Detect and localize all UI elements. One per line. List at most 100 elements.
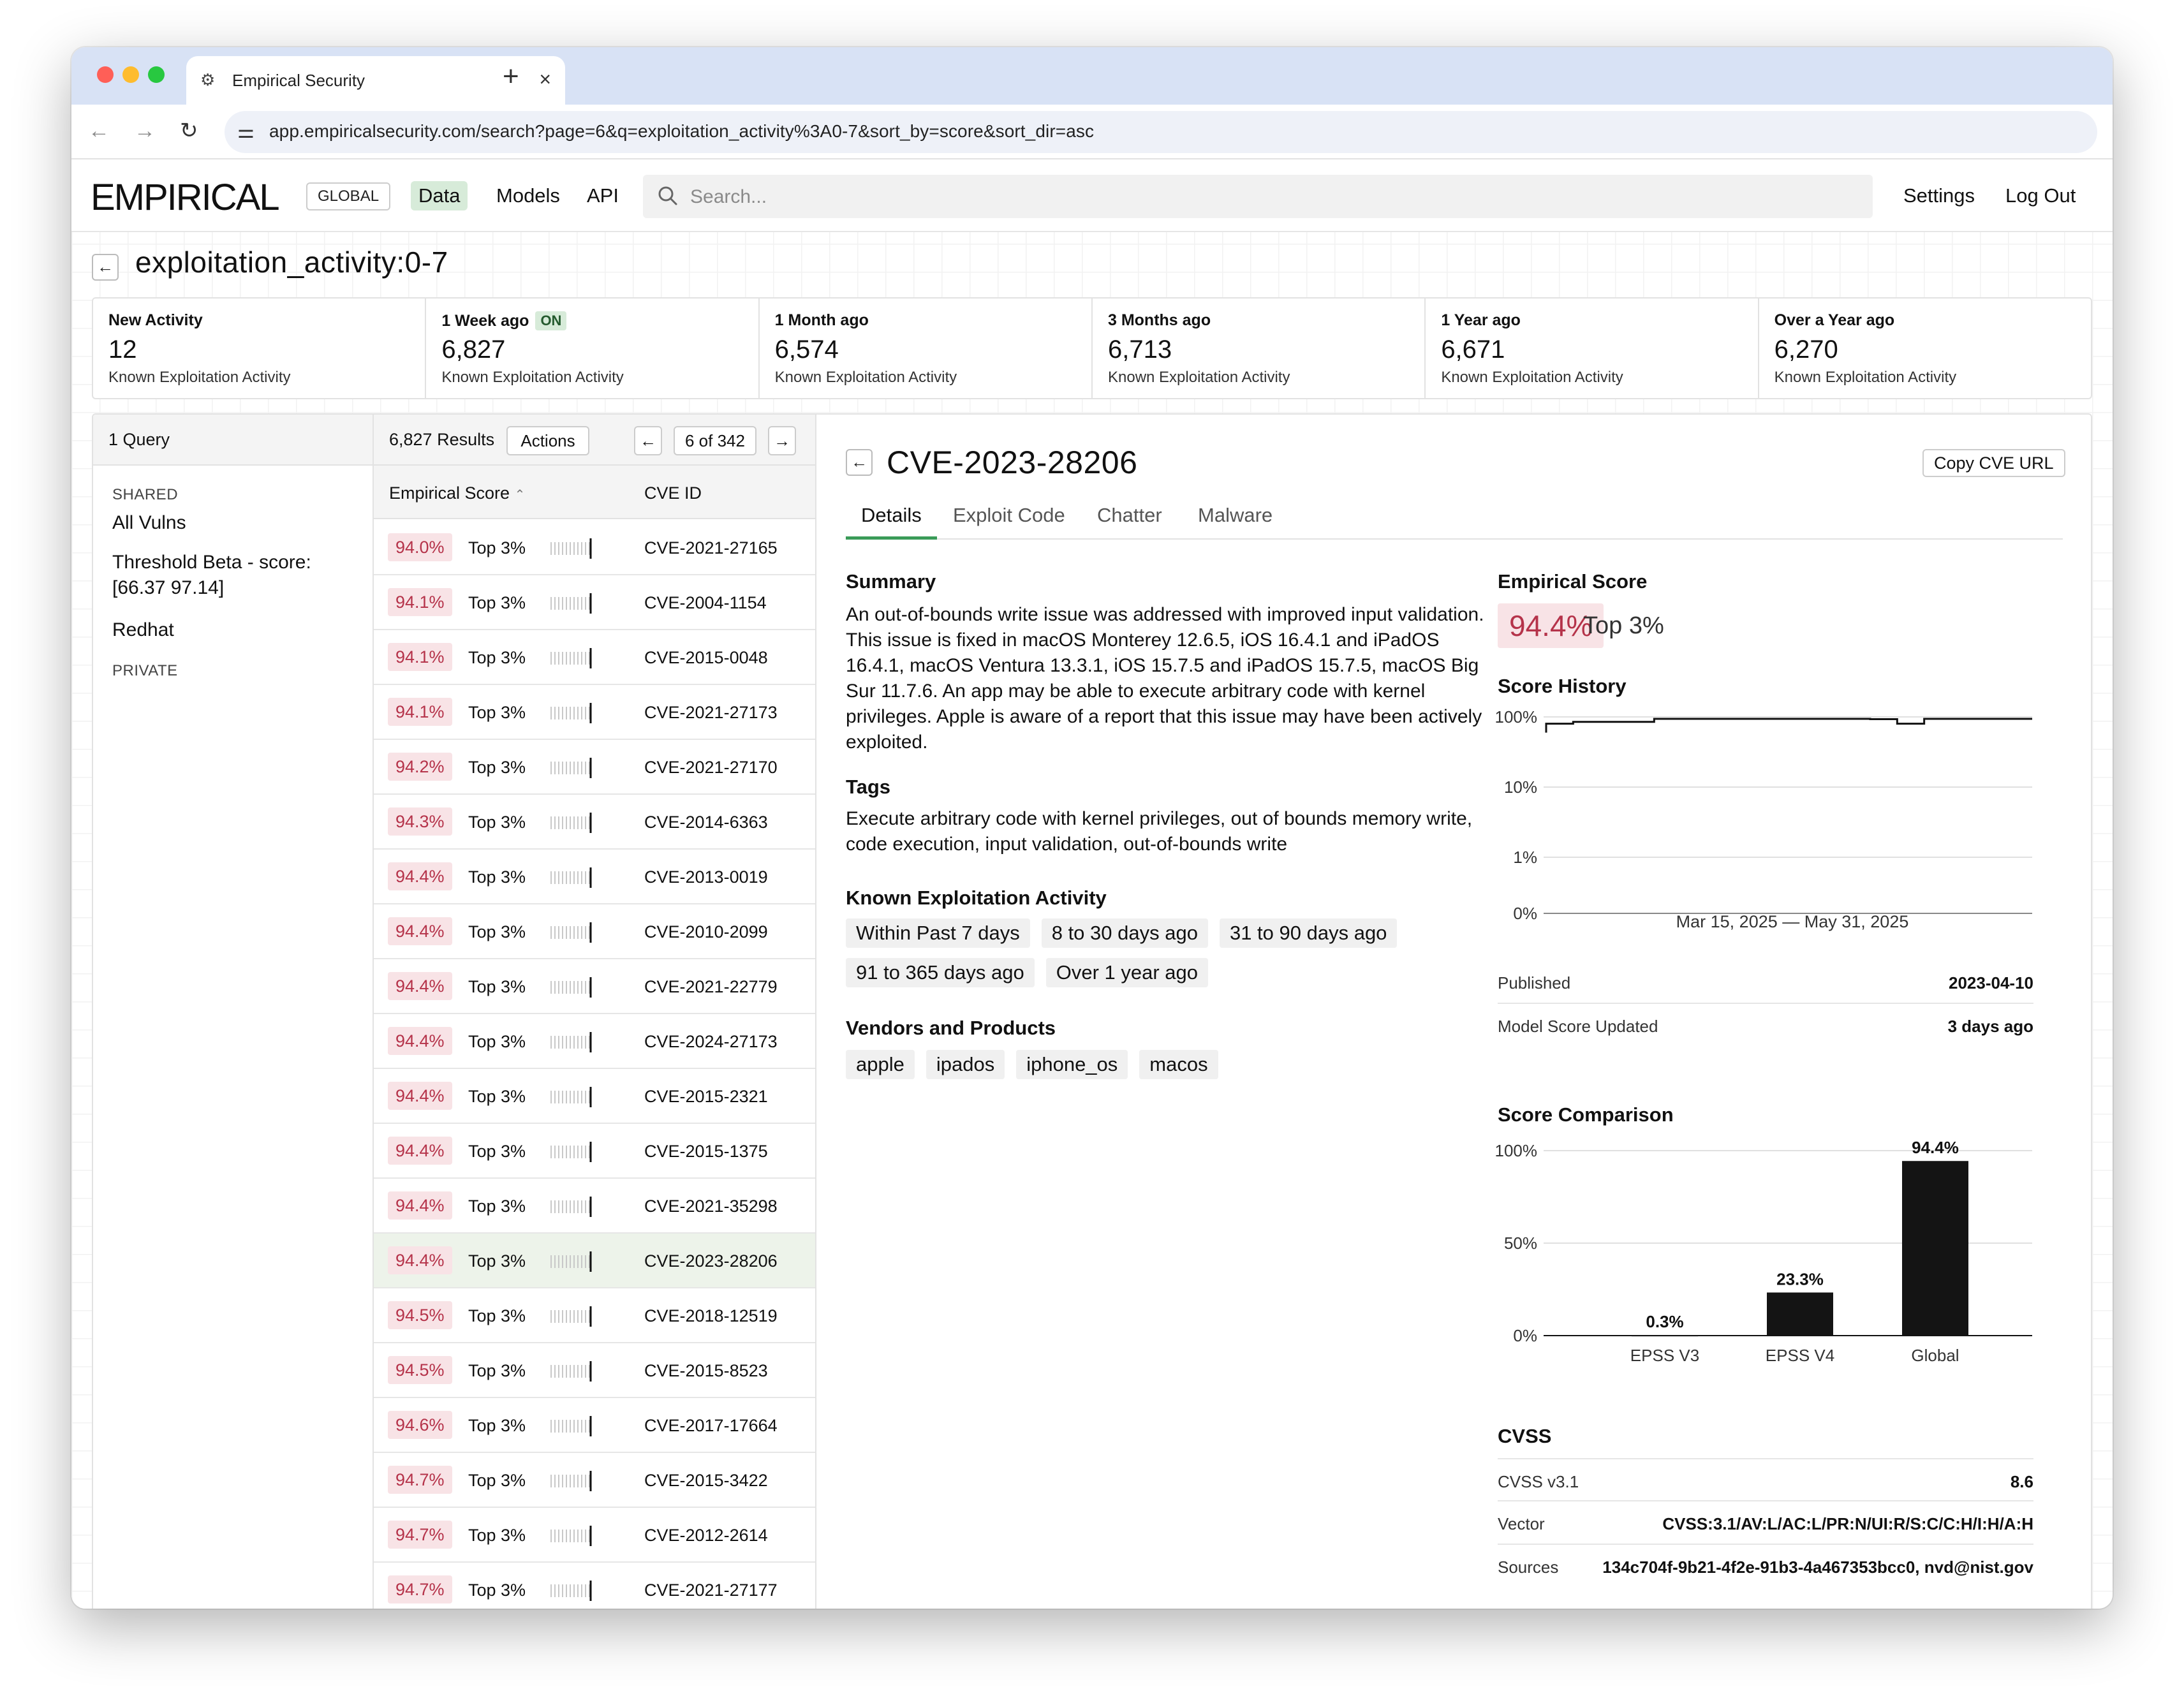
- zoom-window-button[interactable]: [148, 66, 165, 83]
- tab-malware[interactable]: Malware: [1183, 501, 1288, 540]
- tab-exploit-code[interactable]: Exploit Code: [938, 501, 1081, 540]
- query-item-all-vulns[interactable]: All Vulns: [112, 510, 355, 536]
- table-row[interactable]: 94.2% Top 3% CVE-2021-27170: [374, 740, 815, 795]
- exploitation-chip[interactable]: Over 1 year ago: [1045, 958, 1209, 987]
- sort-empirical-score[interactable]: Empirical Score ⌃: [389, 483, 525, 503]
- table-row[interactable]: 94.7% Top 3% CVE-2012-2614: [374, 1508, 815, 1563]
- address-bar[interactable]: ⚌ app.empiricalsecurity.com/search?page=…: [225, 111, 2097, 153]
- cve-id: CVE-2023-28206: [644, 1251, 778, 1271]
- stat-sub: Known Exploitation Activity: [1441, 369, 1623, 386]
- summary-heading: Summary: [846, 570, 936, 593]
- logout-link[interactable]: Log Out: [2005, 181, 2076, 210]
- stat-value: 6,713: [1107, 335, 1172, 364]
- sources-row: Sources 134c704f-9b21-4f2e-91b3-4a467353…: [1498, 1545, 2033, 1588]
- score-badge: 94.1%: [388, 643, 452, 671]
- column-header-score: Empirical Score: [389, 483, 510, 503]
- rank-text: Top 3%: [468, 1361, 526, 1380]
- detail-back-button[interactable]: ←: [846, 449, 873, 476]
- activity-stats: New Activity 12 Known Exploitation Activ…: [92, 297, 2092, 399]
- table-row[interactable]: 94.1% Top 3% CVE-2004-1154: [374, 575, 815, 630]
- vendors-heading: Vendors and Products: [846, 1017, 1056, 1039]
- score-badge: 94.4%: [388, 862, 452, 890]
- exploitation-chip[interactable]: 91 to 365 days ago: [846, 958, 1035, 987]
- stat-1-year-ago[interactable]: 1 Year ago 6,671 Known Exploitation Acti…: [1426, 299, 1759, 398]
- table-row[interactable]: 94.4% Top 3% CVE-2023-28206: [374, 1234, 815, 1288]
- comparison-data-label: 94.4%: [1912, 1138, 1959, 1157]
- minimize-window-button[interactable]: [122, 66, 139, 83]
- table-row[interactable]: 94.5% Top 3% CVE-2018-12519: [374, 1288, 815, 1343]
- score-sparkline: [550, 1306, 592, 1327]
- exploitation-chip[interactable]: 8 to 30 days ago: [1041, 918, 1208, 948]
- site-settings-icon[interactable]: ⚌: [237, 121, 255, 143]
- vendor-chip[interactable]: apple: [846, 1050, 915, 1079]
- table-row[interactable]: 94.4% Top 3% CVE-2015-2321: [374, 1069, 815, 1124]
- tab-chatter[interactable]: Chatter: [1082, 501, 1177, 540]
- table-row[interactable]: 94.4% Top 3% CVE-2013-0019: [374, 850, 815, 904]
- stat-sub: Known Exploitation Activity: [1774, 369, 1957, 386]
- table-row[interactable]: 94.0% Top 3% CVE-2021-27165: [374, 520, 815, 575]
- score-sparkline: [550, 922, 592, 943]
- vendor-chip[interactable]: macos: [1139, 1050, 1218, 1079]
- table-row[interactable]: 94.1% Top 3% CVE-2021-27173: [374, 685, 815, 740]
- nav-link-models[interactable]: Models: [489, 181, 568, 210]
- search-input[interactable]: Search...: [643, 175, 1873, 218]
- copy-cve-url-button[interactable]: Copy CVE URL: [1922, 449, 2065, 477]
- comparison-y-tick: 50%: [1504, 1234, 1537, 1253]
- stat-label: Over a Year ago: [1774, 311, 1895, 329]
- reload-icon[interactable]: ↻: [180, 116, 198, 145]
- cve-id: CVE-2017-17664: [644, 1416, 778, 1435]
- prev-page-button[interactable]: ←: [634, 426, 662, 455]
- query-item-threshold-beta[interactable]: Threshold Beta - score: [66.37 97.14]: [112, 550, 355, 601]
- rank-text: Top 3%: [468, 648, 526, 667]
- column-header-cve[interactable]: CVE ID: [644, 483, 702, 503]
- table-row[interactable]: 94.7% Top 3% CVE-2015-3422: [374, 1453, 815, 1508]
- table-row[interactable]: 94.3% Top 3% CVE-2014-6363: [374, 795, 815, 850]
- table-row[interactable]: 94.6% Top 3% CVE-2017-17664: [374, 1398, 815, 1453]
- table-row[interactable]: 94.5% Top 3% CVE-2015-8523: [374, 1343, 815, 1398]
- cve-id: CVE-2015-0048: [644, 648, 768, 667]
- tab-title: Empirical Security: [232, 71, 365, 90]
- score-comparison-chart: 100% 50% 0% 0.3% EPSS V3 23.3% EPSS V4 94.4% Gl…: [1495, 1138, 2032, 1365]
- vendor-chip[interactable]: ipados: [926, 1050, 1005, 1079]
- close-window-button[interactable]: [97, 66, 114, 83]
- table-row[interactable]: 94.4% Top 3% CVE-2015-1375: [374, 1124, 815, 1179]
- comparison-bar: [1767, 1292, 1833, 1336]
- stat-1-month-ago[interactable]: 1 Month ago 6,574 Known Exploitation Act…: [760, 299, 1093, 398]
- actions-button[interactable]: Actions: [506, 426, 589, 455]
- next-page-button[interactable]: →: [768, 426, 796, 455]
- exploitation-chip[interactable]: 31 to 90 days ago: [1219, 918, 1398, 948]
- table-row[interactable]: 94.4% Top 3% CVE-2024-27173: [374, 1014, 815, 1069]
- plus-icon[interactable]: +: [503, 60, 519, 93]
- stat-new-activity[interactable]: New Activity 12 Known Exploitation Activ…: [93, 299, 427, 398]
- back-arrow-icon[interactable]: ←: [88, 116, 110, 145]
- settings-link[interactable]: Settings: [1903, 181, 1975, 210]
- table-row[interactable]: 94.7% Top 3% CVE-2021-27177: [374, 1563, 815, 1609]
- logo[interactable]: EMPIRICAL: [91, 176, 280, 219]
- close-icon[interactable]: ×: [539, 68, 551, 91]
- cve-id: CVE-2010-2099: [644, 922, 768, 941]
- scope-badge[interactable]: GLOBAL: [306, 182, 391, 210]
- score-sparkline: [550, 648, 592, 668]
- stat-over-a-year-ago[interactable]: Over a Year ago 6,270 Known Exploitation…: [1759, 299, 2091, 398]
- score-sparkline: [550, 1361, 592, 1382]
- vendor-chip[interactable]: iphone_os: [1016, 1050, 1128, 1079]
- cve-id: CVE-2015-1375: [644, 1142, 768, 1161]
- rank-text: Top 3%: [468, 758, 526, 777]
- exploitation-chip[interactable]: Within Past 7 days: [846, 918, 1030, 948]
- forward-arrow-icon[interactable]: →: [134, 116, 156, 145]
- nav-link-data[interactable]: Data: [411, 181, 468, 210]
- stat-3-months-ago[interactable]: 3 Months ago 6,713 Known Exploitation Ac…: [1093, 299, 1426, 398]
- results-column-headers: Empirical Score ⌃ CVE ID: [374, 466, 815, 519]
- tab-details[interactable]: Details: [846, 501, 937, 540]
- table-row[interactable]: 94.4% Top 3% CVE-2010-2099: [374, 904, 815, 959]
- query-item-redhat[interactable]: Redhat: [112, 617, 355, 643]
- stat-1-week-ago[interactable]: 1 Week ago ON 6,827 Known Exploitation Ac…: [426, 299, 760, 398]
- stat-label: New Activity: [108, 311, 203, 329]
- nav-link-api[interactable]: API: [579, 181, 626, 210]
- table-row[interactable]: 94.4% Top 3% CVE-2021-35298: [374, 1179, 815, 1234]
- back-button[interactable]: ←: [92, 254, 119, 281]
- table-row[interactable]: 94.1% Top 3% CVE-2015-0048: [374, 630, 815, 685]
- table-row[interactable]: 94.4% Top 3% CVE-2021-22779: [374, 959, 815, 1014]
- history-y-tick: 10%: [1504, 778, 1537, 797]
- page-indicator: 6 of 342: [674, 426, 756, 455]
